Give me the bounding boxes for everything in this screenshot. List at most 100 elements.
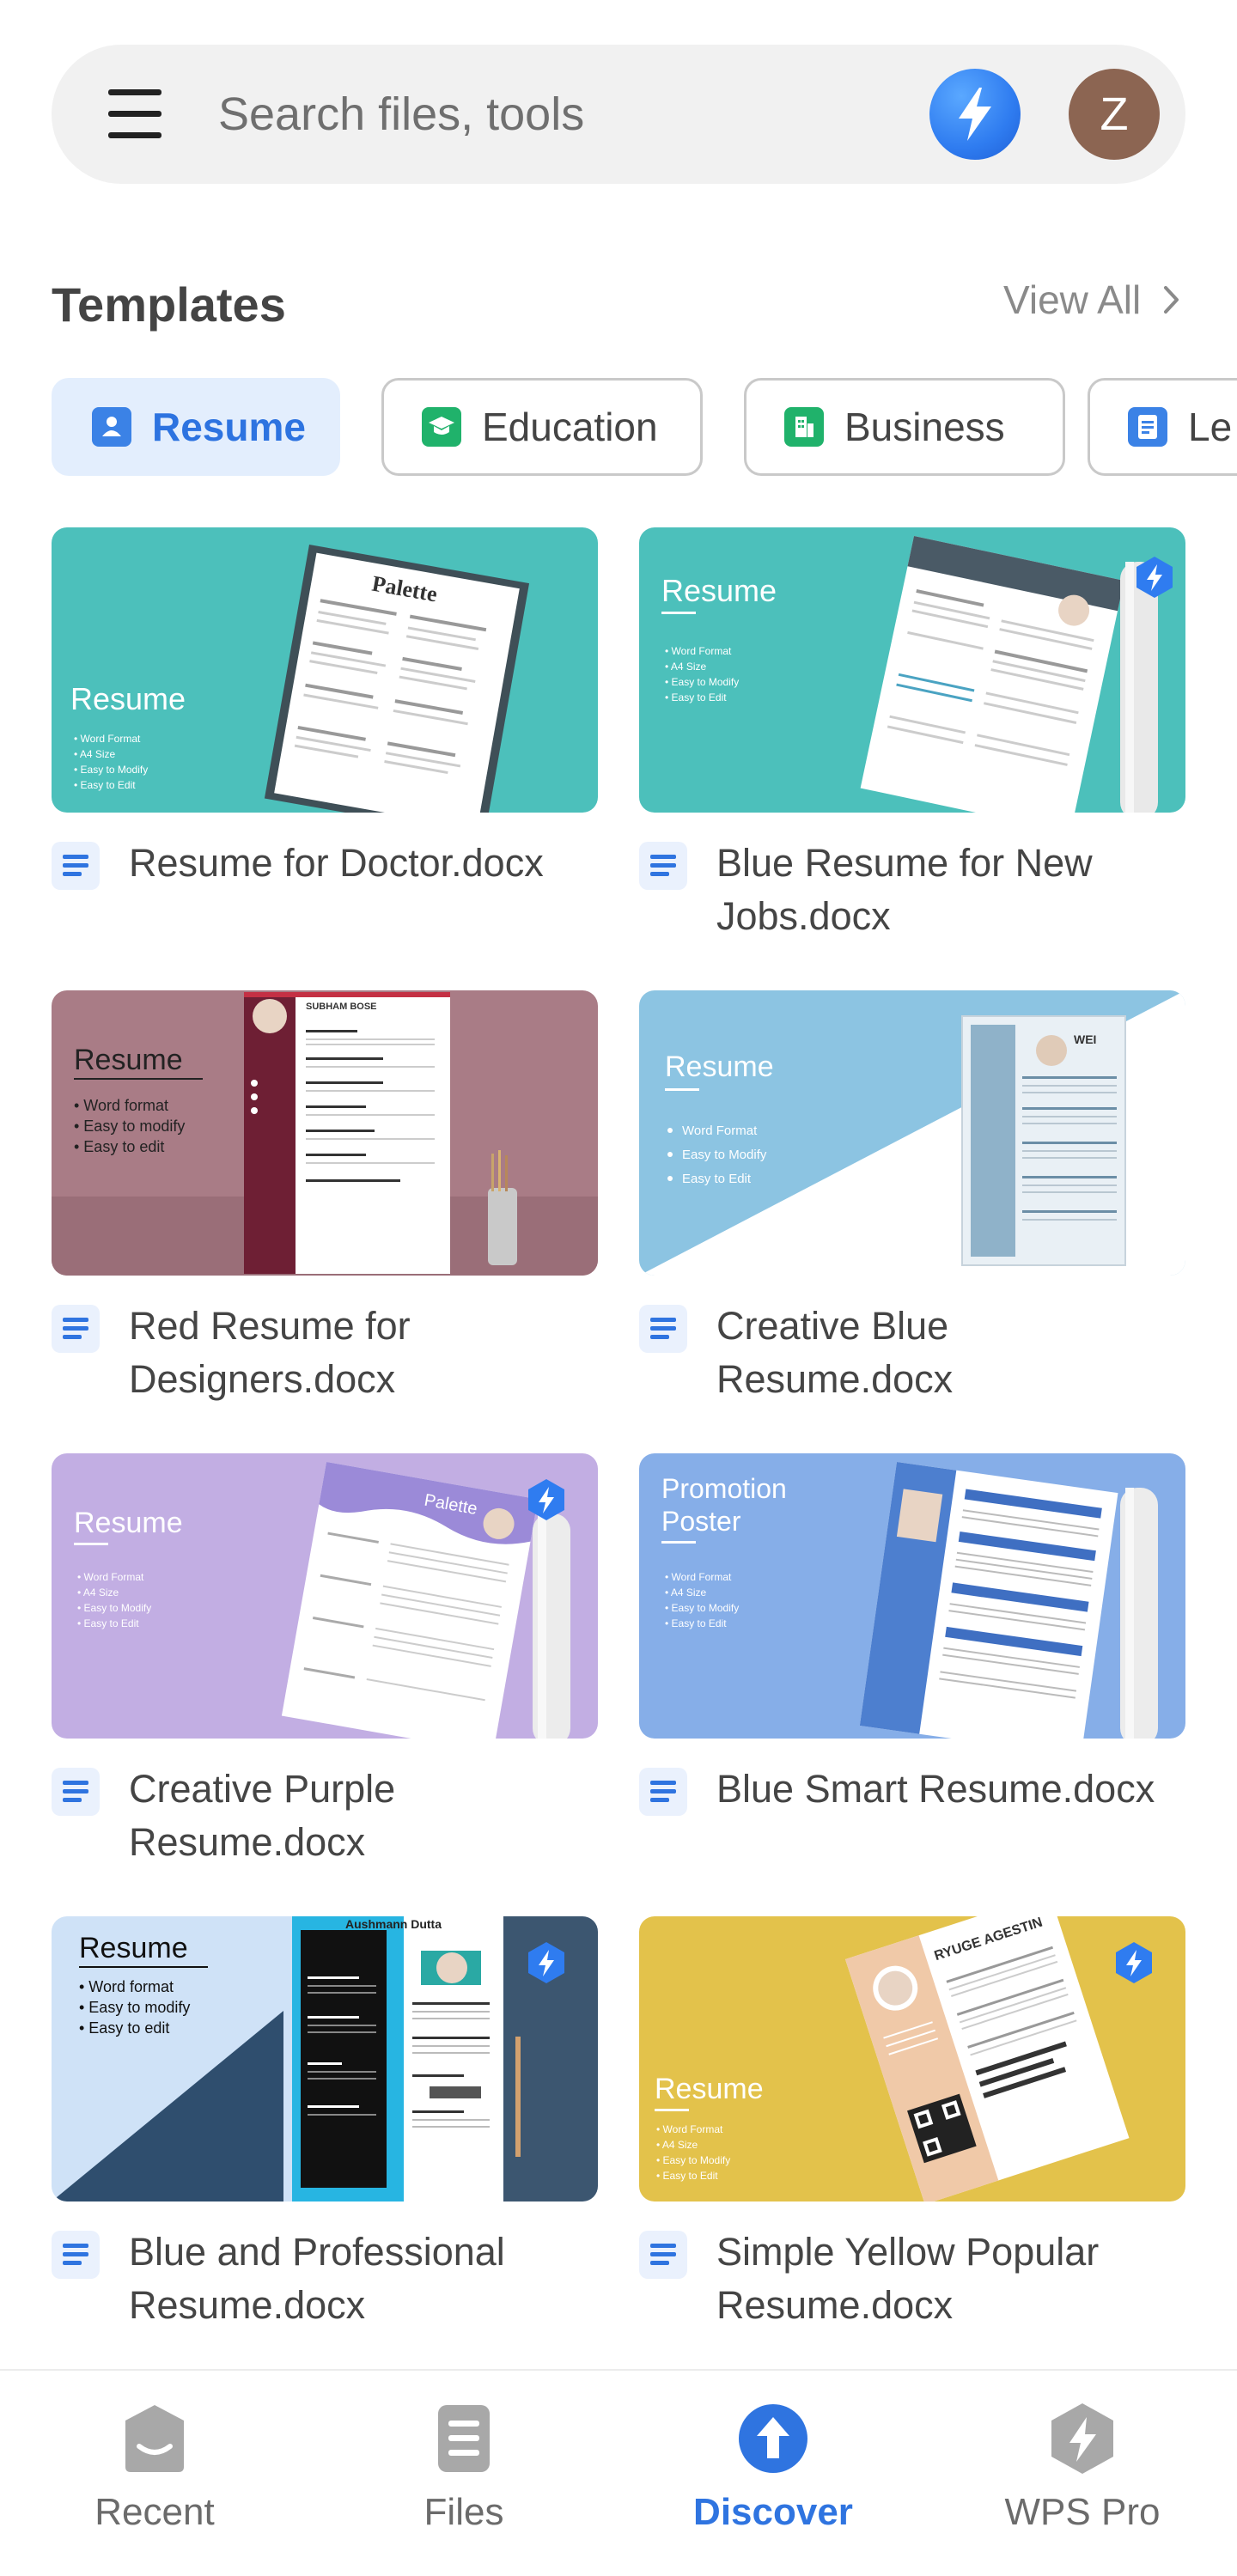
template-title: Blue and Professional Resume.docx <box>129 2230 505 2327</box>
chip-label: Business <box>844 405 1005 449</box>
nav-wps-pro[interactable]: WPS Pro <box>954 2402 1211 2534</box>
avatar-letter: Z <box>1100 88 1129 140</box>
template-card[interactable]: Resume • Word Format • A4 Size • Easy to… <box>639 527 1185 943</box>
thumb-heading: Resume <box>70 681 186 716</box>
template-thumbnail: Promotion Poster • Word Format • A4 Size… <box>639 1453 1185 1739</box>
thumb-bullet: • Easy to Edit <box>74 779 136 791</box>
nav-files[interactable]: Files <box>335 2402 593 2534</box>
template-thumbnail: Resume • Word Format • A4 Size • Easy to… <box>639 527 1185 813</box>
recent-icon <box>125 2405 184 2472</box>
chevron-right-icon <box>1164 286 1179 314</box>
thumb-heading-line: Promotion <box>661 1473 787 1504</box>
chip-business[interactable]: Business <box>744 378 1065 476</box>
graduation-cap-icon <box>422 407 461 447</box>
chip-letter[interactable]: Le <box>1088 378 1237 476</box>
thumb-bullet: • Easy to modify <box>79 1999 190 2016</box>
thumb-bullet: • A4 Size <box>665 1586 707 1599</box>
nav-label: Discover <box>693 2491 853 2533</box>
thumb-bullet: • Easy to Edit <box>77 1617 139 1629</box>
template-thumbnail: WEI Resume Word Format Easy to Modify Ea… <box>639 990 1185 1276</box>
template-title: Creative Blue Resume.docx <box>716 1304 954 1401</box>
thumb-doc-name: WEI <box>1074 1032 1096 1046</box>
chip-label: Resume <box>152 405 306 449</box>
thumb-bullet: • Easy to edit <box>74 1138 164 1155</box>
thumb-bullet: • Easy to Modify <box>656 2154 730 2166</box>
thumb-bullet: • Word Format <box>665 1571 732 1583</box>
template-card[interactable]: RYUGE AGESTIN Resume • Word Format • A4 … <box>639 1916 1185 2332</box>
thumb-bullet: Easy to Edit <box>682 1172 752 1186</box>
menu-icon[interactable] <box>108 89 163 139</box>
thumb-bullet: • Easy to Edit <box>665 691 727 703</box>
word-doc-icon <box>52 1305 100 1353</box>
thumb-doc-name: SUBHAM BOSE <box>306 1002 377 1012</box>
thumb-bullet: Easy to Modify <box>682 1148 767 1162</box>
word-doc-icon <box>52 1768 100 1816</box>
view-all-label: View All <box>1003 277 1142 322</box>
thumb-bullet: • Easy to Edit <box>656 2170 718 2182</box>
thumb-bullet: • Easy to edit <box>79 2019 169 2037</box>
thumb-doc-name: Aushmann Dutta <box>345 1917 442 1931</box>
view-all-link[interactable]: View All <box>1003 277 1180 323</box>
thumb-bullet: • Easy to Modify <box>74 764 148 776</box>
thumb-bullet: • Easy to Modify <box>665 1602 739 1614</box>
thumb-bullet: • Word format <box>79 1978 174 1995</box>
template-thumbnail: Palette Resume • Word Format • A4 Size •… <box>52 527 598 813</box>
template-card[interactable]: Palette Resume • Word Format • A4 Size •… <box>52 527 598 890</box>
nav-discover[interactable]: Discover <box>644 2402 902 2534</box>
chip-resume[interactable]: Resume <box>52 378 340 476</box>
template-thumbnail: Aushmann Dutta Resume • Word format • Ea… <box>52 1916 598 2201</box>
nav-label: Files <box>424 2491 504 2533</box>
thumb-bullet: • Easy to Modify <box>77 1602 151 1614</box>
thumb-heading: Resume <box>661 573 777 608</box>
lightning-icon[interactable] <box>929 69 1021 160</box>
person-card-icon <box>92 407 131 447</box>
template-card[interactable]: Aushmann Dutta Resume • Word format • Ea… <box>52 1916 598 2332</box>
discover-page: Z Templates View All Resume Education Bu… <box>0 0 1237 2576</box>
thumb-bullet: • Word Format <box>74 733 141 745</box>
template-title: Resume for Doctor.docx <box>129 841 544 885</box>
thumb-heading: Promotion Poster <box>661 1473 795 1537</box>
document-icon <box>1128 407 1167 447</box>
thumb-bullet: • Easy to Edit <box>665 1617 727 1629</box>
word-doc-icon <box>52 842 100 890</box>
thumb-bullet: • Easy to Modify <box>665 676 739 688</box>
thumb-bullet: • A4 Size <box>665 661 707 673</box>
search-bar[interactable]: Z <box>52 45 1185 184</box>
template-title: Creative Purple Resume.docx <box>129 1767 396 1864</box>
category-chips: Resume Education Business Le <box>52 378 1237 478</box>
thumb-heading-line: Poster <box>661 1506 741 1537</box>
thumb-bullet: • Easy to modify <box>74 1117 185 1135</box>
discover-icon <box>739 2404 807 2473</box>
thumb-bullet: • A4 Size <box>74 748 116 760</box>
word-doc-icon <box>639 842 687 890</box>
template-title: Red Resume for Designers.docx <box>129 1304 411 1401</box>
template-thumbnail: Palette Resume • Word Format • A4 Size •… <box>52 1453 598 1739</box>
template-thumbnail: SUBHAM BOSE Resume • Word format • Easy … <box>52 990 598 1276</box>
thumb-heading: Resume <box>74 1507 183 1539</box>
chip-label: Education <box>482 405 658 449</box>
template-thumbnail: RYUGE AGESTIN Resume • Word Format • A4 … <box>639 1916 1185 2201</box>
search-input[interactable] <box>218 79 905 149</box>
word-doc-icon <box>639 2231 687 2279</box>
thumb-bullet: • A4 Size <box>77 1586 119 1599</box>
chip-label: Le <box>1188 405 1233 449</box>
thumb-heading: Resume <box>665 1050 774 1083</box>
files-icon <box>438 2405 490 2472</box>
avatar[interactable]: Z <box>1069 69 1160 160</box>
section-title: Templates <box>52 277 286 332</box>
thumb-heading: Resume <box>655 2073 764 2105</box>
template-card[interactable]: Promotion Poster • Word Format • A4 Size… <box>639 1453 1185 1816</box>
premium-badge-icon <box>1116 1942 1152 1983</box>
word-doc-icon <box>52 2231 100 2279</box>
word-doc-icon <box>639 1768 687 1816</box>
template-card[interactable]: WEI Resume Word Format Easy to Modify Ea… <box>639 990 1185 1406</box>
template-title: Blue Smart Resume.docx <box>716 1767 1155 1811</box>
nav-label: WPS Pro <box>1004 2491 1161 2533</box>
bottom-nav: Recent Files Discover WPS Pro <box>0 2369 1237 2576</box>
thumb-bullet: • Word Format <box>656 2123 723 2135</box>
nav-recent[interactable]: Recent <box>26 2402 283 2534</box>
template-title: Simple Yellow Popular Resume.docx <box>716 2230 1100 2327</box>
template-card[interactable]: SUBHAM BOSE Resume • Word format • Easy … <box>52 990 598 1406</box>
template-card[interactable]: Palette Resume • Word Format • A4 Size •… <box>52 1453 598 1869</box>
chip-education[interactable]: Education <box>381 378 703 476</box>
